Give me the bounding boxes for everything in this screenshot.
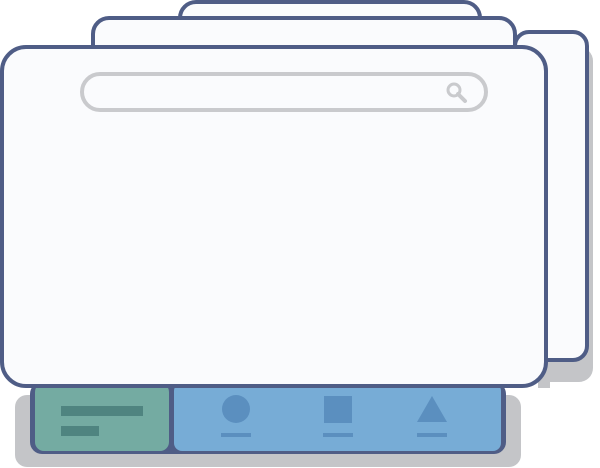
green-panel-bar-short — [61, 426, 99, 436]
stacked-windows-graphic — [0, 0, 593, 467]
circle-icon — [222, 395, 250, 423]
triangle-icon-underline — [417, 433, 447, 437]
circle-icon-underline — [221, 433, 251, 437]
green-panel — [35, 383, 169, 451]
square-icon-underline — [323, 433, 353, 437]
app-stack-illustration — [0, 0, 600, 468]
search-input[interactable] — [80, 73, 488, 111]
square-icon — [324, 396, 352, 423]
green-panel-bar-long — [61, 406, 143, 416]
